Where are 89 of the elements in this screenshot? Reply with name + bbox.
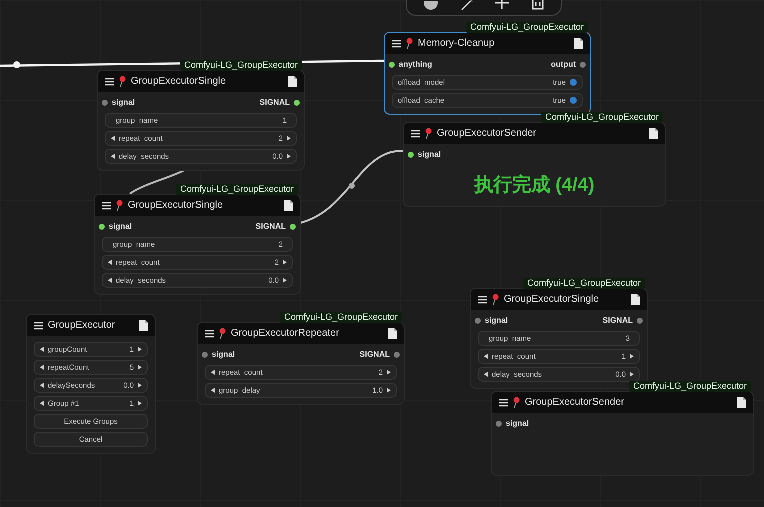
right-arrow-icon[interactable] (287, 136, 291, 141)
input-socket[interactable] (496, 420, 502, 426)
menu-icon[interactable] (105, 78, 114, 86)
input-label: signal (109, 222, 132, 231)
node-title: Memory-Cleanup (418, 38, 496, 49)
document-icon[interactable] (388, 328, 397, 339)
document-icon[interactable] (574, 38, 583, 49)
node-source-label: Comfyui-LG_GroupExecutor (176, 184, 298, 195)
plus-icon[interactable] (494, 0, 510, 11)
left-arrow-icon[interactable] (40, 365, 44, 370)
output-label: output (551, 60, 576, 69)
left-arrow-icon[interactable] (40, 383, 44, 388)
right-arrow-icon[interactable] (138, 401, 142, 406)
right-arrow-icon[interactable] (630, 372, 634, 377)
link-dot (349, 183, 355, 189)
toggle-indicator[interactable] (570, 97, 577, 104)
node-title: GroupExecutor (48, 320, 116, 331)
right-arrow-icon[interactable] (287, 154, 291, 159)
node-source-label: Comfyui-LG_GroupExecutor (280, 312, 402, 323)
toggle-indicator[interactable] (570, 79, 577, 86)
menu-icon[interactable] (478, 296, 487, 304)
output-socket[interactable] (637, 318, 643, 324)
left-arrow-icon[interactable] (40, 347, 44, 352)
input-label: anything (399, 60, 432, 69)
right-arrow-icon[interactable] (138, 383, 142, 388)
trash-icon[interactable] (530, 0, 545, 11)
input-label: signal (212, 350, 236, 359)
link-dot (14, 62, 20, 68)
right-arrow-icon[interactable] (387, 370, 391, 375)
output-label: SIGNAL (256, 222, 286, 231)
left-arrow-icon[interactable] (211, 388, 215, 393)
status-message: 执行完成 (4/4) (473, 174, 596, 198)
menu-icon[interactable] (499, 398, 508, 406)
input-label: signal (112, 98, 136, 107)
input-label: signal (506, 419, 530, 428)
output-label: SIGNAL (260, 98, 290, 107)
input-socket[interactable] (408, 152, 414, 158)
right-arrow-icon[interactable] (138, 365, 142, 370)
node-source-label: Comfyui-LG_GroupExecutor (466, 22, 588, 33)
node-source-label: Comfyui-LG_GroupExecutor (523, 278, 645, 289)
menu-icon[interactable] (205, 330, 214, 338)
right-arrow-icon[interactable] (387, 388, 391, 393)
menu-icon[interactable] (102, 202, 111, 210)
input-socket[interactable] (475, 318, 481, 324)
input-socket[interactable] (102, 100, 108, 106)
document-icon[interactable] (631, 294, 640, 305)
node-title: GroupExecutorRepeater (231, 328, 340, 339)
menu-icon[interactable] (34, 322, 43, 330)
left-arrow-icon[interactable] (108, 260, 112, 265)
right-arrow-icon[interactable] (283, 260, 287, 265)
document-icon[interactable] (649, 128, 658, 139)
node-title: GroupExecutorSingle (128, 200, 224, 211)
output-label: SIGNAL (360, 350, 390, 359)
document-icon[interactable] (288, 76, 297, 87)
node-source-label: Comfyui-LG_GroupExecutor (541, 112, 663, 123)
node-title: GroupExecutorSingle (131, 76, 228, 87)
left-arrow-icon[interactable] (111, 154, 115, 159)
output-socket[interactable] (580, 62, 586, 68)
input-label: signal (418, 150, 442, 159)
document-icon[interactable] (139, 320, 148, 331)
input-socket[interactable] (202, 352, 208, 358)
right-arrow-icon[interactable] (138, 347, 142, 352)
output-socket[interactable] (290, 224, 296, 230)
menu-icon[interactable] (411, 130, 420, 138)
right-arrow-icon[interactable] (283, 278, 287, 283)
node-card[interactable]: GroupExecutorSender signal (491, 391, 754, 476)
left-arrow-icon[interactable] (40, 401, 44, 406)
left-arrow-icon[interactable] (484, 372, 488, 377)
document-icon[interactable] (737, 397, 746, 408)
left-arrow-icon[interactable] (111, 136, 115, 141)
document-icon[interactable] (284, 200, 293, 211)
menu-icon[interactable] (392, 40, 401, 48)
node-source-label: Comfyui-LG_GroupExecutor (629, 381, 751, 392)
node-title: GroupExecutorSingle (504, 294, 600, 305)
left-arrow-icon[interactable] (108, 278, 112, 283)
input-label: signal (485, 316, 508, 325)
node-source-label: Comfyui-LG_GroupExecutor (180, 60, 302, 71)
input-socket[interactable] (99, 224, 105, 230)
node-title: GroupExecutorSender (437, 128, 538, 139)
node-card[interactable]: GroupExecutorSender signal 执行完成 (4/4) (403, 122, 666, 207)
right-arrow-icon[interactable] (630, 354, 634, 359)
left-arrow-icon[interactable] (484, 354, 488, 359)
output-label: SIGNAL (602, 316, 633, 325)
output-socket[interactable] (394, 352, 400, 358)
node-title: GroupExecutorSender (525, 397, 626, 408)
output-socket[interactable] (294, 100, 300, 106)
left-arrow-icon[interactable] (211, 370, 215, 375)
wand-icon[interactable] (460, 0, 474, 11)
input-socket[interactable] (389, 62, 395, 68)
